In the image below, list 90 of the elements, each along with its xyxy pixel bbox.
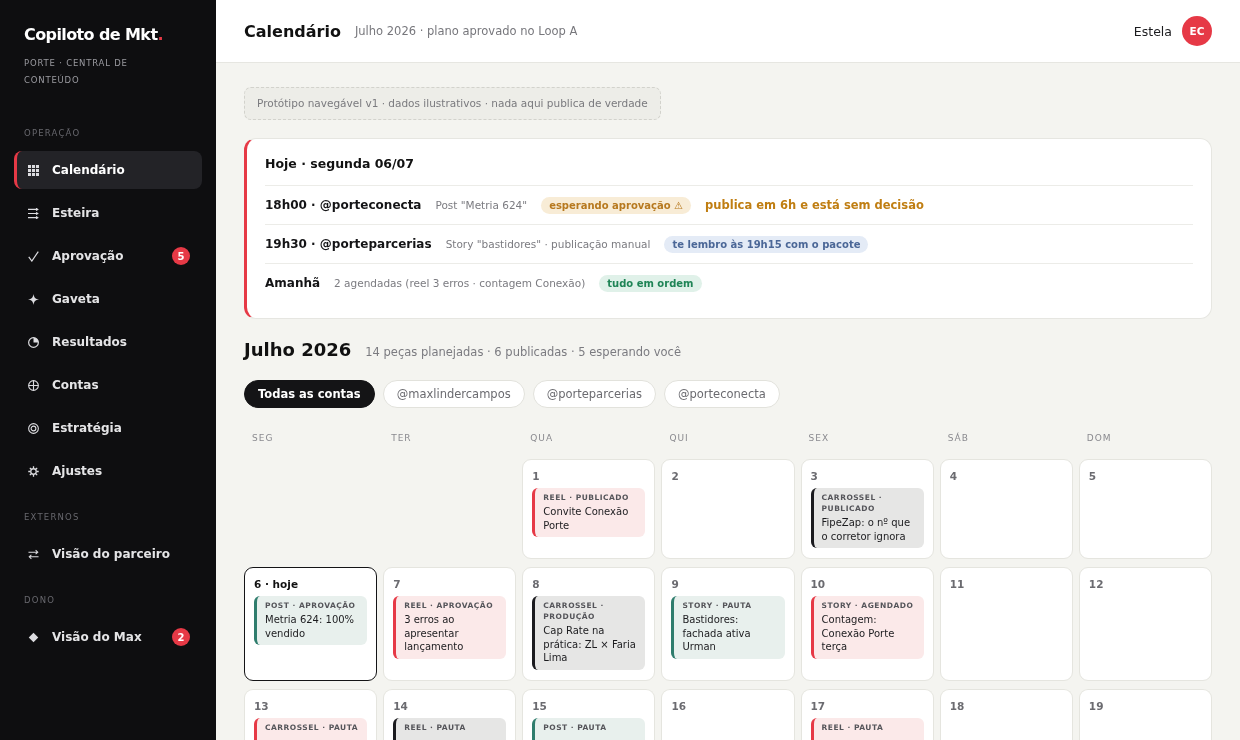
post-title: 3 erros ao apresentar lançamento (404, 613, 465, 654)
sparkle-icon (28, 293, 39, 305)
user-name: Estela (1133, 23, 1172, 39)
post-title: FipeZap: o nº que o corretor ignora (821, 516, 912, 543)
status-pill: esperando aprovação ⚠ (541, 196, 692, 214)
check-icon (28, 250, 39, 262)
day-number: 6 · hoje (254, 577, 299, 591)
schedule-detail: Post "Metria 624" (435, 199, 528, 211)
day-number: 16 (671, 698, 688, 713)
nav-item[interactable]: Ajustes (14, 452, 202, 490)
nav-item[interactable]: Visão do Max 2 (14, 618, 202, 656)
schedule-heading: Amanhã (265, 276, 321, 290)
month-title: Julho 2026 (244, 339, 352, 360)
nav-item[interactable]: Estratégia (14, 409, 202, 447)
day-cell[interactable]: 16 (661, 688, 795, 740)
schedule-detail: 2 agendadas (reel 3 erros · contagem Conexão) (334, 277, 586, 289)
account-filter[interactable]: @porteparcerias (532, 380, 656, 408)
grid-icon (28, 164, 39, 176)
status-note: publica em 6h e está sem decisão (705, 198, 924, 212)
nav-item[interactable]: Calendário (14, 151, 202, 189)
day-cell[interactable]: 2 (661, 459, 795, 559)
weekday-label: QUA (529, 432, 555, 444)
day-number: 10 (810, 577, 827, 591)
page-subtitle: Julho 2026 · plano aprovado no Loop A (354, 24, 578, 38)
page-title: Calendário (244, 21, 341, 41)
schedule-heading: 19h30 · @porteparcerias (265, 237, 432, 251)
app-logo: Copiloto de Mkt. (23, 25, 164, 45)
status-pill: te lembro às 19h15 com o pacote (664, 235, 869, 253)
day-number: 8 (532, 577, 541, 591)
weekday-label: SEX (807, 432, 831, 444)
day-number: 15 (532, 698, 548, 713)
workspace-name: PORTE · CENTRAL DE CONTEÚDO (23, 57, 129, 87)
nav-item[interactable]: Gaveta (14, 280, 202, 318)
nav-item[interactable]: Contas (14, 366, 202, 404)
nav-item[interactable]: Visão do parceiro (14, 535, 202, 573)
arrows-icon (28, 207, 39, 219)
section-heading: EXTERNOS (23, 511, 81, 523)
day-number: 7 (393, 577, 402, 591)
day-number: 12 (1088, 577, 1105, 591)
day-number: 11 (949, 577, 966, 591)
day-number: 3 (810, 469, 819, 483)
schedule-detail: Story "bastidores" · publicação manual (445, 238, 651, 250)
day-number: 18 (949, 698, 966, 713)
section-heading: DONO (23, 594, 57, 606)
weekday-label: SÁB (946, 432, 970, 444)
crossed-circle-icon (28, 379, 39, 391)
account-filter[interactable]: Todas as contas (244, 380, 375, 408)
day-number: 13 (254, 698, 270, 713)
day-number: 9 (671, 577, 680, 591)
day-number: 2 (671, 469, 680, 483)
post-title: Contagem: Conexão Porte terça (821, 613, 896, 654)
account-filter[interactable]: @porteconecta (664, 380, 780, 408)
day-number: 19 (1088, 698, 1105, 713)
nav-item[interactable]: Resultados (14, 323, 202, 361)
count-badge: 5 (172, 247, 190, 265)
day-cell[interactable]: 5 (1078, 459, 1212, 559)
weekday-label: QUI (668, 432, 690, 444)
month-summary: 14 peças planejadas · 6 publicadas · 5 esperando você (365, 345, 681, 359)
prototype-notice: Protótipo navegável v1 · dados ilustrativos · nada aqui publica de verdade (244, 87, 661, 120)
nav-item[interactable]: Esteira (14, 194, 202, 232)
day-number: 4 (949, 469, 958, 483)
diamond-icon (28, 631, 39, 643)
day-cell[interactable]: 19 (1078, 688, 1212, 740)
target-icon (28, 422, 39, 434)
weekday-label: TER (390, 432, 413, 444)
user-avatar[interactable]: EC (1182, 16, 1212, 46)
schedule-heading: 18h00 · @porteconecta (265, 198, 422, 212)
settings-icon (28, 465, 39, 477)
day-cell[interactable]: 18 (939, 688, 1073, 740)
post-title: Cap Rate na prática: ZL × Faria Lima (543, 624, 637, 665)
day-cell[interactable]: 11 (939, 567, 1073, 681)
today-heading: Hoje · segunda 06/07 (265, 155, 416, 173)
weekday-label: SEG (251, 432, 275, 444)
status-pill: tudo em ordem (599, 274, 702, 292)
day-number: 1 (532, 469, 541, 483)
day-cell[interactable]: 4 (939, 459, 1073, 559)
day-number: 17 (810, 698, 827, 713)
post-title: Bastidores: fachada ativa Urman (682, 613, 752, 654)
swap-icon (28, 548, 39, 560)
pie-chart-icon (28, 336, 39, 348)
nav-item[interactable]: Aprovação 5 (14, 237, 202, 275)
section-heading: OPERAÇÃO (23, 127, 82, 139)
account-filter[interactable]: @maxlindercampos (382, 380, 525, 408)
count-badge: 2 (172, 628, 190, 646)
weekday-label: DOM (1085, 432, 1113, 444)
post-title: Convite Conexão Porte (543, 505, 630, 532)
day-cell[interactable]: 12 (1078, 567, 1212, 681)
post-title: Metria 624: 100% vendido (265, 613, 356, 640)
day-number: 5 (1088, 469, 1098, 483)
day-number: 14 (393, 698, 409, 713)
